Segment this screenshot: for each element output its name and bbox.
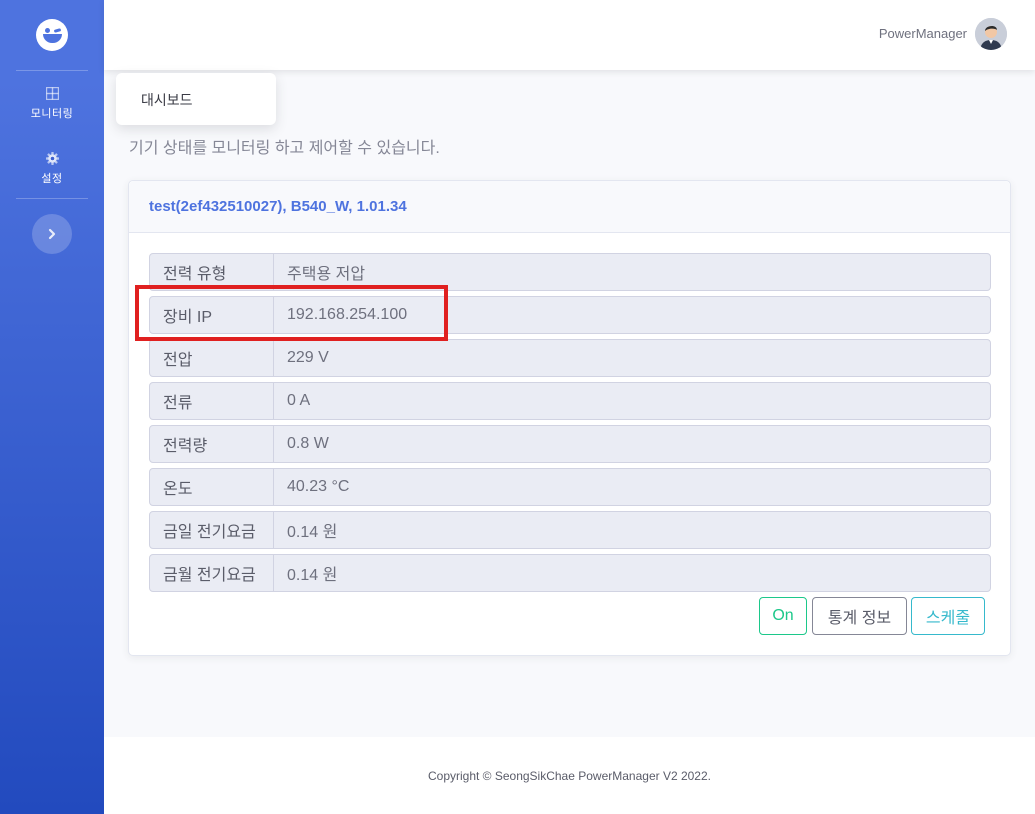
device-card: test(2ef432510027), B540_W, 1.01.34 전력 유…: [128, 180, 1011, 656]
laughing-face-logo-icon: [36, 19, 68, 51]
info-key: 금일 전기요금: [150, 512, 274, 548]
info-row-monthly-fee: 금월 전기요금 0.14 원: [149, 554, 991, 592]
info-key: 온도: [150, 469, 274, 505]
user-avatar-icon[interactable]: [975, 18, 1007, 50]
info-row-power: 전력량 0.8 W: [149, 425, 991, 463]
info-value: 0.14 원: [287, 567, 338, 584]
info-key: 전류: [150, 383, 274, 419]
brand-link[interactable]: [0, 0, 104, 70]
sidebar-item-label: 모니터링: [30, 108, 74, 120]
info-row-daily-fee: 금일 전기요금 0.14 원: [149, 511, 991, 549]
card-header: test(2ef432510027), B540_W, 1.01.34: [129, 181, 1010, 233]
info-value: 0 A: [287, 392, 311, 409]
footer: Copyright © SeongSikChae PowerManager V2…: [104, 737, 1035, 814]
chevron-right-icon: [48, 228, 56, 240]
info-value: 229 V: [287, 349, 329, 366]
info-value: 0.8 W: [287, 435, 329, 452]
info-value: 40.23 °C: [287, 478, 350, 495]
device-title: test(2ef432510027), B540_W, 1.01.34: [149, 198, 407, 215]
highlight-box: [135, 285, 448, 341]
dropdown-item-dashboard[interactable]: 대시보드: [141, 90, 193, 110]
footer-copyright: Copyright © SeongSikChae PowerManager V2…: [427, 768, 711, 783]
info-row-voltage: 전압 229 V: [149, 339, 991, 377]
sidebar-toggle-button[interactable]: [32, 214, 72, 254]
info-key: 전력량: [150, 426, 274, 462]
user-name[interactable]: PowerManager: [879, 26, 967, 41]
dashboard-dropdown: 대시보드: [116, 73, 276, 125]
info-row-temperature: 온도 40.23 °C: [149, 468, 991, 506]
sidebar-item-label: 설정: [41, 173, 63, 185]
info-value: 0.14 원: [287, 524, 338, 541]
gear-icon: [45, 152, 59, 165]
info-row-current: 전류 0 A: [149, 382, 991, 420]
sidebar-item-monitoring[interactable]: 모니터링: [0, 87, 104, 122]
schedule-button[interactable]: 스케줄: [911, 597, 985, 635]
info-key: 전압: [150, 340, 274, 376]
grid-icon: [45, 87, 59, 100]
info-key: 금월 전기요금: [150, 555, 274, 591]
statistics-button[interactable]: 통계 정보: [812, 597, 907, 635]
topbar: PowerManager: [104, 0, 1035, 70]
sidebar-divider: [16, 198, 88, 199]
sidebar: 모니터링 설정: [0, 0, 104, 814]
power-on-button[interactable]: On: [759, 597, 807, 635]
page-description: 기기 상태를 모니터링 하고 제어할 수 있습니다.: [129, 140, 440, 157]
sidebar-divider: [16, 70, 88, 71]
sidebar-item-settings[interactable]: 설정: [0, 152, 104, 187]
